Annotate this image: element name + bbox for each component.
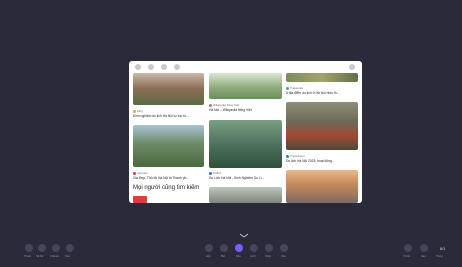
next-label: Sau <box>421 255 426 258</box>
prev-label: Trước <box>403 255 411 258</box>
source-dot-icon <box>286 86 289 90</box>
back-icon[interactable] <box>135 64 141 70</box>
result-title-2[interactable]: Hà Nội – Wikipedia tiếng Việt <box>209 108 282 112</box>
erase-label: Xóa <box>281 255 286 258</box>
social-button[interactable] <box>38 244 46 252</box>
source-dot-icon <box>133 171 136 175</box>
result-title-3[interactable]: 5 địa điểm du lịch ở Hà Nội nhìn th... <box>286 91 358 95</box>
insert-button[interactable] <box>265 244 273 252</box>
result-image-5[interactable] <box>209 120 282 168</box>
browser-card: Zing Kinh nghiệm du lịch Hà Nội tự túc t… <box>129 61 362 203</box>
source-dot-icon <box>286 154 289 158</box>
result-image-3[interactable] <box>286 73 358 82</box>
erase-button[interactable] <box>280 244 288 252</box>
forward-icon[interactable] <box>148 64 154 70</box>
refresh-icon[interactable] <box>161 64 167 70</box>
delete-label: Xoá <box>65 255 70 258</box>
grid-button[interactable] <box>250 244 258 252</box>
page-indicator[interactable]: 8/1 <box>440 246 446 251</box>
exit-label: Thoát <box>24 255 31 258</box>
share-button[interactable] <box>52 244 60 252</box>
result-source-6: Tripadvisor <box>286 154 305 158</box>
result-image-2[interactable] <box>209 73 282 99</box>
related-heading: Mọi người cũng tìm kiếm <box>133 185 200 191</box>
social-label: Xã hội <box>36 255 44 258</box>
result-image-1[interactable] <box>133 73 204 105</box>
share-label: Chia sẻ <box>50 255 59 258</box>
result-source-3: Traveloka <box>286 86 303 90</box>
marker-button[interactable] <box>235 244 243 252</box>
undo-button[interactable] <box>205 244 213 252</box>
undo-label: Hủy <box>206 255 211 258</box>
bottom-toolbar: Thoát Xã hội Chia sẻ Xoá Hủy Bút Dấu Lướ… <box>0 238 462 267</box>
marker-label: Dấu <box>236 255 241 258</box>
result-image-6[interactable] <box>286 102 358 150</box>
result-image-7[interactable] <box>209 187 282 203</box>
result-source-2: Wikipedia tiếng Việt <box>209 103 239 107</box>
source-dot-icon <box>209 171 212 175</box>
related-thumb[interactable] <box>133 196 147 203</box>
result-source-1: Zing <box>133 109 143 113</box>
result-source-4: Vietnam <box>133 171 148 175</box>
menu-icon[interactable] <box>349 64 355 70</box>
result-title-6[interactable]: Du lịch Hà Nội 2023: hoạt động... <box>286 159 358 163</box>
page-label: Trang <box>436 255 443 258</box>
result-title-4[interactable]: Gia Đẹp, Thủ đô Hà Nội là Thành ph... <box>133 176 204 180</box>
prev-button[interactable] <box>404 244 412 252</box>
source-dot-icon <box>209 103 212 107</box>
grid-label: Lưới <box>250 255 256 258</box>
card-toolbar <box>129 61 362 73</box>
pen-label: Bút <box>221 255 225 258</box>
source-dot-icon <box>133 109 136 113</box>
exit-button[interactable] <box>25 244 33 252</box>
next-button[interactable] <box>420 244 428 252</box>
result-title-5[interactable]: Du Lịch Hà Nội - Kinh Nghiệm Du Lị... <box>209 176 282 180</box>
home-icon[interactable] <box>174 64 180 70</box>
result-image-8[interactable] <box>286 170 358 203</box>
result-title-1[interactable]: Kinh nghiệm du lịch Hà Nội tự túc tố... <box>133 114 204 118</box>
insert-label: Chèn <box>265 255 272 258</box>
pen-button[interactable] <box>220 244 228 252</box>
result-image-4[interactable] <box>133 125 204 167</box>
result-source-5: Dulich <box>209 171 221 175</box>
delete-button[interactable] <box>66 244 74 252</box>
